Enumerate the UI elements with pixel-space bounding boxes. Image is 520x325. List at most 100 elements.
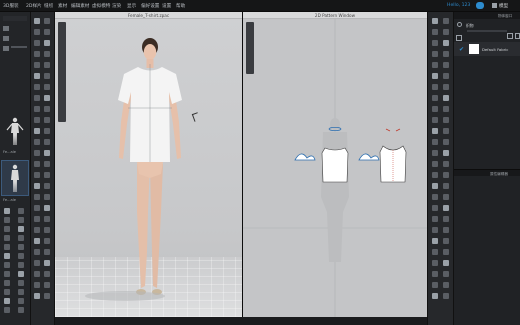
library-tool-icon[interactable] — [4, 262, 10, 268]
3d-tool-icon[interactable] — [44, 62, 50, 68]
3d-tool-icon[interactable] — [44, 271, 50, 277]
3d-tool-icon[interactable] — [34, 238, 40, 244]
2d-tool-icon[interactable] — [443, 84, 449, 90]
3d-tool-icon[interactable] — [34, 183, 40, 189]
library-tool-icon[interactable] — [4, 253, 10, 259]
library-tool-icon[interactable] — [4, 307, 10, 313]
2d-tool-icon[interactable] — [443, 194, 449, 200]
folder-icon[interactable] — [3, 26, 9, 31]
avatar-thumbnail-selected[interactable] — [1, 160, 29, 196]
menu-item-material[interactable]: 素材 — [58, 3, 67, 9]
3d-tool-icon[interactable] — [34, 84, 40, 90]
delete-icon[interactable] — [515, 33, 520, 39]
3d-tool-icon[interactable] — [34, 282, 40, 288]
2d-tool-icon[interactable] — [443, 117, 449, 123]
2d-tool-icon[interactable] — [443, 139, 449, 145]
3d-tool-icon[interactable] — [34, 205, 40, 211]
2d-tool-icon[interactable] — [432, 139, 438, 145]
2d-tool-icon[interactable] — [443, 238, 449, 244]
3d-tool-icon[interactable] — [44, 282, 50, 288]
3d-tool-icon[interactable] — [34, 40, 40, 46]
2d-tool-icon[interactable] — [432, 128, 438, 134]
2d-tool-icon[interactable] — [443, 216, 449, 222]
avatar-model[interactable] — [55, 12, 242, 317]
3d-tool-icon[interactable] — [44, 128, 50, 134]
2d-tool-icon[interactable] — [443, 73, 449, 79]
2d-tool-icon[interactable] — [432, 183, 438, 189]
3d-tool-icon[interactable] — [34, 62, 40, 68]
library-tool-icon[interactable] — [18, 271, 24, 277]
3d-tool-icon[interactable] — [34, 172, 40, 178]
2d-tool-icon[interactable] — [443, 106, 449, 112]
3d-tool-icon[interactable] — [44, 172, 50, 178]
avatar-thumbnail[interactable] — [3, 116, 27, 148]
3d-tool-icon[interactable] — [44, 139, 50, 145]
2d-tool-icon[interactable] — [432, 205, 438, 211]
2d-tool-icon[interactable] — [432, 238, 438, 244]
library-tool-icon[interactable] — [18, 208, 24, 214]
2d-tool-icon[interactable] — [443, 62, 449, 68]
2d-tool-icon[interactable] — [443, 205, 449, 211]
2d-tool-icon[interactable] — [432, 51, 438, 57]
3d-tool-icon[interactable] — [34, 227, 40, 233]
library-tool-icon[interactable] — [4, 298, 10, 304]
library-tool-icon[interactable] — [4, 235, 10, 241]
view-icon[interactable] — [457, 22, 462, 27]
folder-icon[interactable] — [3, 36, 9, 41]
3d-tool-icon[interactable] — [44, 293, 50, 299]
mode-selector[interactable]: 模型 — [499, 3, 508, 9]
2d-tool-icon[interactable] — [432, 150, 438, 156]
2d-tool-icon[interactable] — [443, 18, 449, 24]
3d-tool-icon[interactable] — [44, 161, 50, 167]
2d-tool-icon[interactable] — [443, 29, 449, 35]
3d-tool-icon[interactable] — [44, 84, 50, 90]
3d-tool-icon[interactable] — [34, 271, 40, 277]
2d-tool-icon[interactable] — [432, 95, 438, 101]
3d-tool-icon[interactable] — [44, 183, 50, 189]
2d-tool-icon[interactable] — [432, 227, 438, 233]
2d-tool-icon[interactable] — [432, 172, 438, 178]
3d-tool-icon[interactable] — [44, 40, 50, 46]
3d-tool-icon[interactable] — [34, 293, 40, 299]
2d-tool-icon[interactable] — [443, 161, 449, 167]
2d-tool-icon[interactable] — [443, 51, 449, 57]
3d-tool-icon[interactable] — [44, 150, 50, 156]
menu-item-display[interactable]: 显示 — [127, 3, 136, 9]
library-tool-icon[interactable] — [4, 226, 10, 232]
3d-tool-icon[interactable] — [44, 73, 50, 79]
3d-tool-icon[interactable] — [44, 227, 50, 233]
2d-tool-icon[interactable] — [432, 29, 438, 35]
2d-tool-icon[interactable] — [443, 172, 449, 178]
library-tool-icon[interactable] — [18, 298, 24, 304]
3d-tool-icon[interactable] — [34, 51, 40, 57]
2d-tool-icon[interactable] — [443, 183, 449, 189]
2d-tool-icon[interactable] — [443, 40, 449, 46]
2d-tool-icon[interactable] — [432, 62, 438, 68]
3d-tool-icon[interactable] — [34, 18, 40, 24]
library-tool-icon[interactable] — [18, 253, 24, 259]
3d-tool-icon[interactable] — [34, 260, 40, 266]
2d-tool-icon[interactable] — [443, 271, 449, 277]
menu-item-sewing[interactable]: 缝纫 — [44, 3, 53, 9]
2d-tool-icon[interactable] — [432, 117, 438, 123]
add-fabric-button[interactable] — [456, 35, 462, 41]
3d-tool-icon[interactable] — [44, 249, 50, 255]
3d-tool-icon[interactable] — [34, 194, 40, 200]
3d-tool-icon[interactable] — [44, 238, 50, 244]
2d-tool-icon[interactable] — [432, 194, 438, 200]
3d-tool-icon[interactable] — [34, 139, 40, 145]
library-tool-icon[interactable] — [4, 244, 10, 250]
2d-tool-icon[interactable] — [443, 95, 449, 101]
3d-tool-icon[interactable] — [44, 29, 50, 35]
3d-tool-icon[interactable] — [34, 150, 40, 156]
library-tool-icon[interactable] — [18, 289, 24, 295]
3d-tool-icon[interactable] — [34, 95, 40, 101]
menu-item-3d-garment[interactable]: 3D服装 — [3, 3, 19, 9]
3d-tool-icon[interactable] — [44, 106, 50, 112]
folder-icon[interactable] — [3, 46, 9, 51]
fabric-row[interactable]: ✔ Default Fabric — [454, 42, 520, 56]
menu-item-help[interactable]: 帮助 — [176, 3, 185, 9]
2d-tool-icon[interactable] — [432, 18, 438, 24]
3d-tool-icon[interactable] — [34, 249, 40, 255]
library-tool-icon[interactable] — [18, 226, 24, 232]
